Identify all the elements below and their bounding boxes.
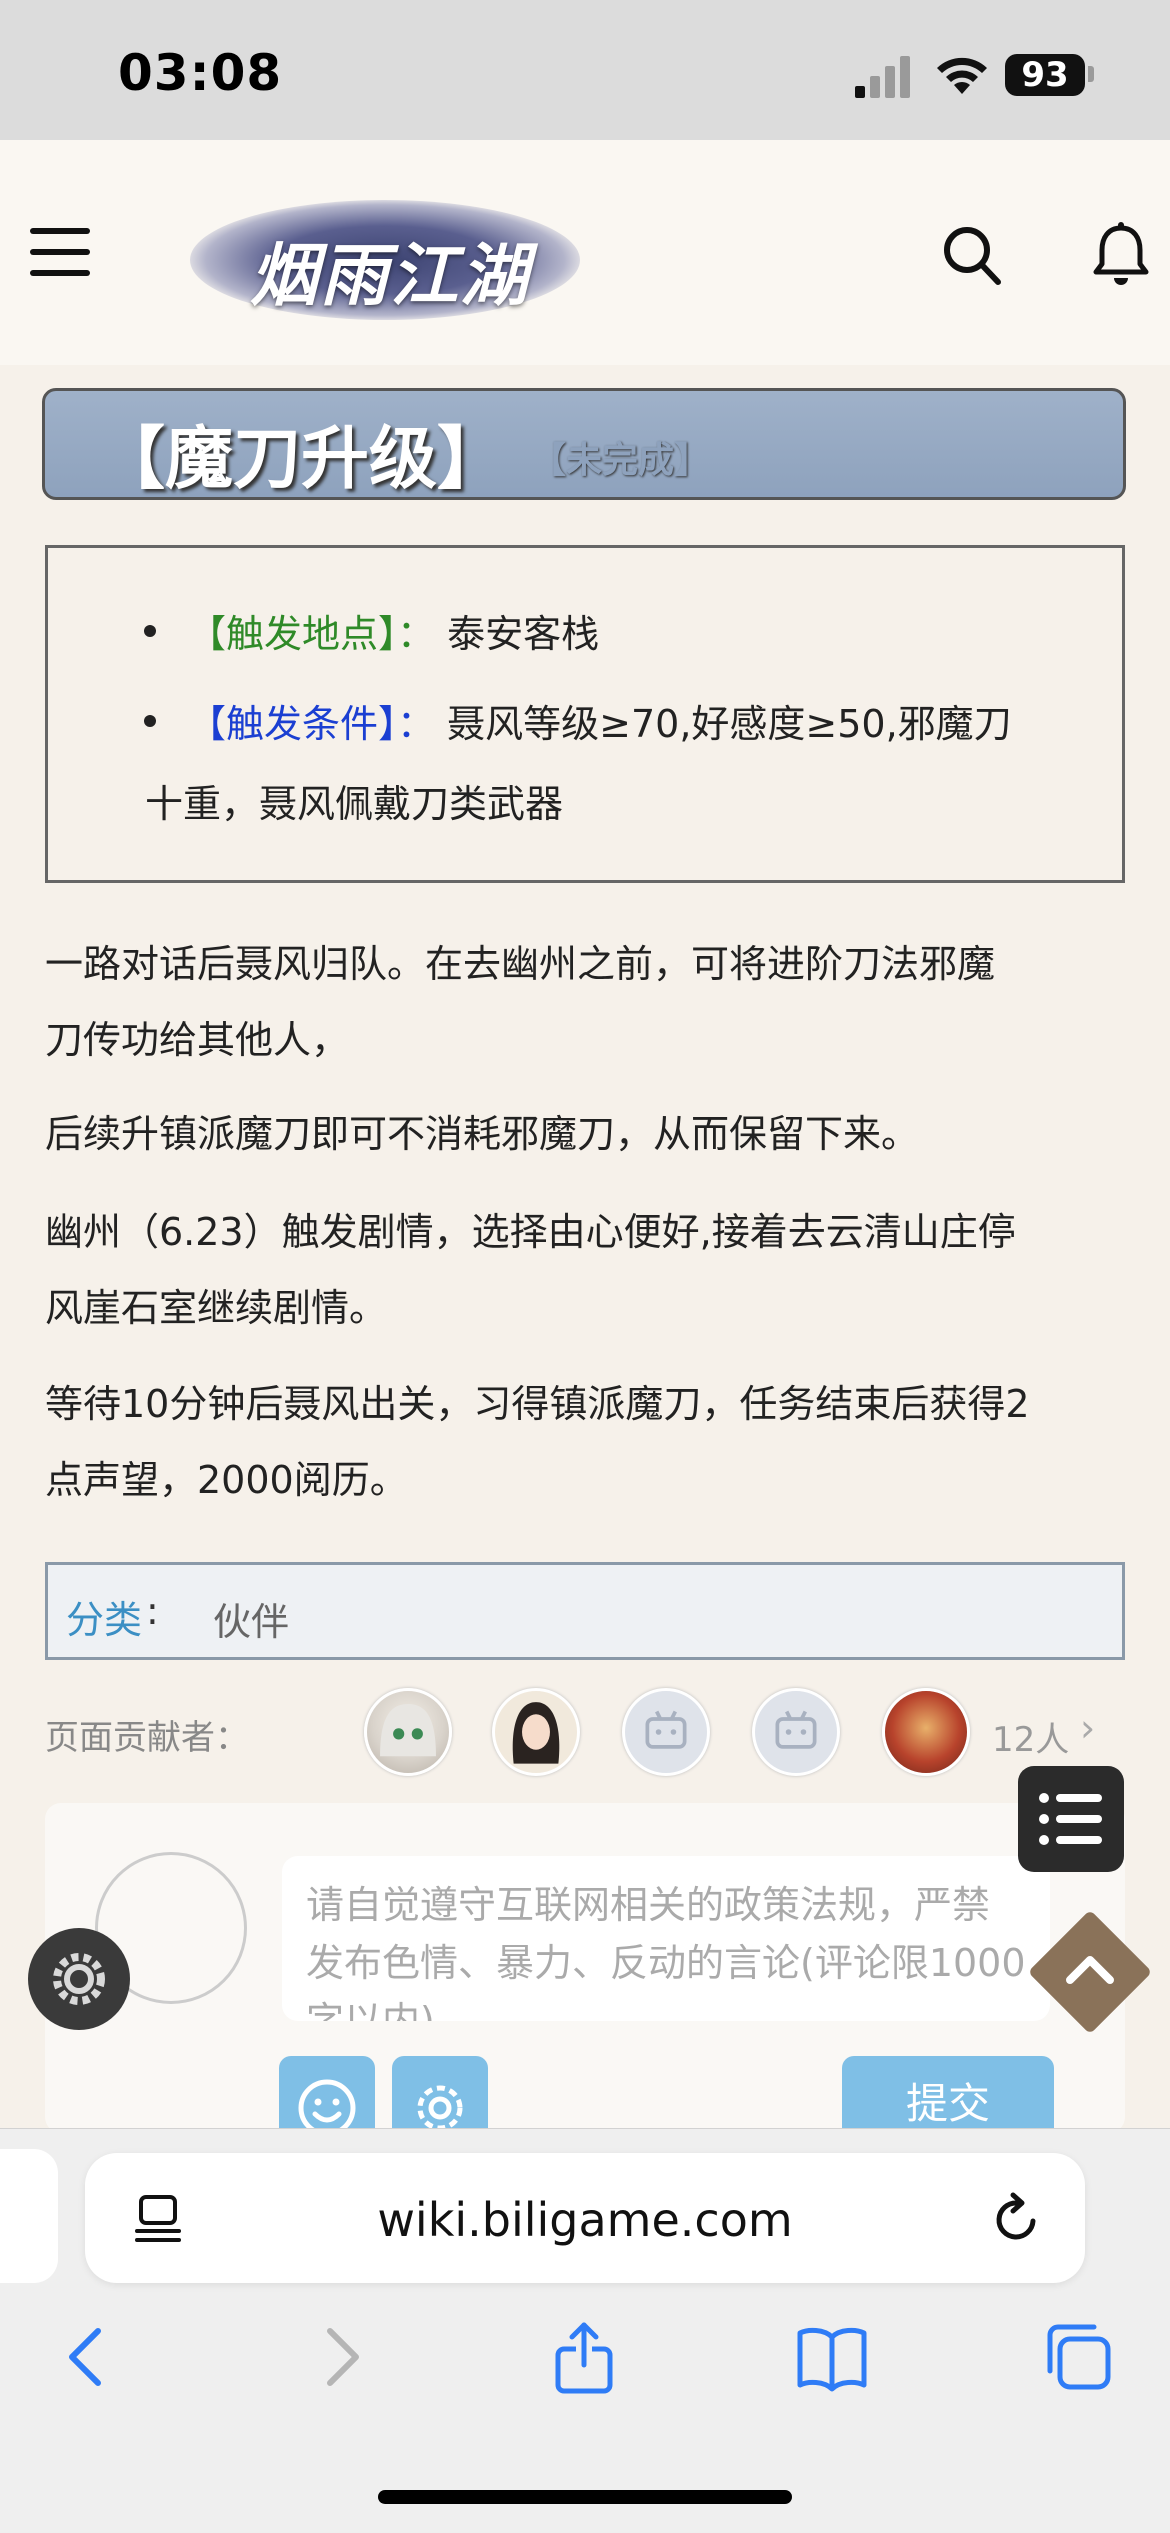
contributor-avatar[interactable] <box>622 1688 710 1776</box>
contributor-avatar[interactable] <box>752 1688 840 1776</box>
wifi-icon <box>937 57 987 94</box>
site-logo[interactable]: 烟雨江湖 <box>190 200 580 320</box>
bullet-icon <box>144 715 156 727</box>
list-icon <box>1039 1793 1102 1845</box>
url-text: wiki.biligame.com <box>377 2193 793 2247</box>
paragraph-line: 刀传功给其他人， <box>45 1018 350 1062</box>
contributor-avatar[interactable] <box>492 1688 580 1776</box>
body-paragraph: 后续升镇派魔刀即可不消耗邪魔刀，从而保留下来。 <box>45 1096 1135 1172</box>
trigger-condition-value: 聂风等级≥70,好感度≥50,邪魔刀 <box>447 702 1012 746</box>
search-icon[interactable] <box>940 220 1004 290</box>
status-time: 03:08 <box>118 44 283 102</box>
page-title: 【魔刀升级】 <box>97 420 506 499</box>
trigger-location-row: 【触发地点】： 泰安客栈 <box>188 603 599 658</box>
page-title-banner: 【魔刀升级】 【未完成】 <box>42 388 1126 500</box>
reload-icon[interactable] <box>989 2191 1045 2247</box>
paragraph-line: 点声望，2000阅历。 <box>45 1458 408 1502</box>
quest-status-badge: 【未完成】 <box>530 440 711 481</box>
address-bar[interactable]: wiki.biligame.com <box>85 2153 1085 2283</box>
trigger-condition-colon: ： <box>397 702 436 746</box>
category-value-link[interactable]: 伙伴 <box>213 1591 289 1646</box>
contributor-avatar[interactable] <box>364 1688 452 1776</box>
trigger-location-value: 泰安客栈 <box>447 612 600 656</box>
floating-settings-button[interactable] <box>28 1928 130 2030</box>
bullet-icon <box>144 625 156 637</box>
comment-input[interactable] <box>282 1856 1050 2021</box>
menu-icon[interactable] <box>30 228 90 280</box>
paragraph-line: 后续升镇派魔刀即可不消耗邪魔刀，从而保留下来。 <box>45 1112 920 1156</box>
trigger-condition-label: 【触发条件】 <box>188 702 398 746</box>
paragraph-line: 等待10分钟后聂风出关，习得镇派魔刀，任务结束后获得2 <box>45 1382 1030 1426</box>
status-bar: 03:08 93 <box>0 0 1170 140</box>
trigger-location-label: 【触发地点】 <box>188 612 398 656</box>
chevron-up-icon <box>1066 1956 1114 1984</box>
back-icon[interactable] <box>50 2319 126 2395</box>
bell-icon[interactable] <box>1092 220 1150 290</box>
paragraph-line: 幽州（6.23）触发剧情，选择由心便好,接着去云清山庄停 <box>45 1210 1016 1254</box>
body-paragraph: 一路对话后聂风归队。在去幽州之前，可将进阶刀法邪魔 刀传功给其他人， <box>45 926 1135 1078</box>
cellular-signal-icon <box>855 56 915 98</box>
previous-tab-preview[interactable] <box>0 2149 58 2283</box>
home-indicator <box>378 2490 792 2504</box>
forward-icon[interactable] <box>302 2319 378 2395</box>
body-paragraph: 等待10分钟后聂风出关，习得镇派魔刀，任务结束后获得2 点声望，2000阅历。 <box>45 1366 1135 1518</box>
body-paragraph: 幽州（6.23）触发剧情，选择由心便好,接着去云清山庄停 风崖石室继续剧情。 <box>45 1194 1135 1346</box>
category-box: 分类 : 伙伴 <box>45 1562 1125 1660</box>
comment-textarea-wrapper <box>282 1856 1050 2021</box>
table-of-contents-button[interactable] <box>1018 1766 1124 1872</box>
paragraph-line: 一路对话后聂风归队。在去幽州之前，可将进阶刀法邪魔 <box>45 942 996 986</box>
contributors-label: 页面贡献者： <box>45 1718 249 1758</box>
contributor-avatar[interactable] <box>882 1688 970 1776</box>
chevron-right-icon[interactable]: › <box>1080 1706 1095 1750</box>
battery-indicator: 93 <box>1005 54 1085 96</box>
category-label-link[interactable]: 分类 <box>66 1589 142 1644</box>
category-colon: : <box>146 1589 159 1633</box>
contributors-count[interactable]: 12人 <box>992 1712 1069 1761</box>
paragraph-line: 风崖石室继续剧情。 <box>45 1286 388 1330</box>
bookmarks-icon[interactable] <box>794 2319 870 2395</box>
trigger-condition-continued: 十重，聂风佩戴刀类武器 <box>145 782 564 826</box>
logo-text: 烟雨江湖 <box>249 236 530 316</box>
tabs-icon[interactable] <box>1040 2319 1116 2395</box>
browser-toolbar: wiki.biligame.com <box>0 2128 1170 2533</box>
gear-icon <box>53 1953 105 2005</box>
battery-tip <box>1088 66 1094 82</box>
trigger-condition-row: 【触发条件】： 聂风等级≥70,好感度≥50,邪魔刀 <box>188 693 1012 748</box>
trigger-location-colon: ： <box>397 612 436 656</box>
share-icon[interactable] <box>546 2319 622 2395</box>
